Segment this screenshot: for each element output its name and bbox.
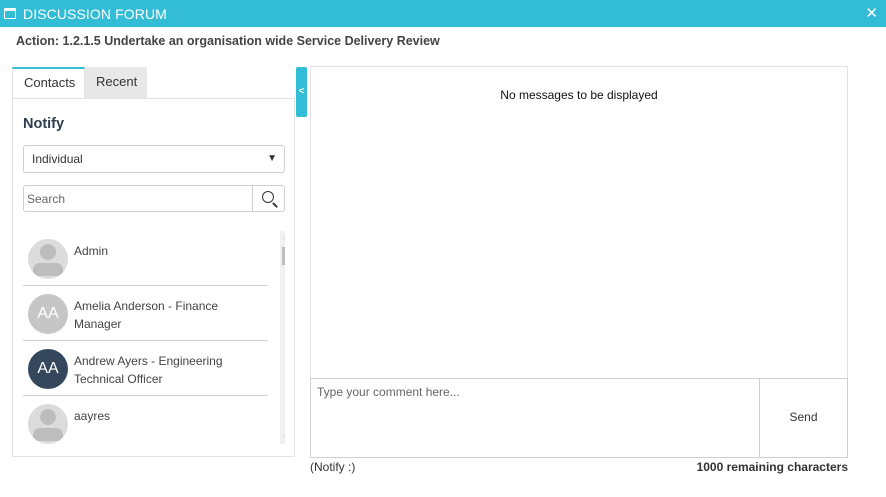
search-button[interactable] [252, 186, 284, 211]
search-icon [262, 191, 274, 203]
contact-name: aayres [74, 409, 111, 423]
notify-heading: Notify [23, 116, 65, 132]
avatar-placeholder-icon [28, 239, 68, 279]
send-button[interactable]: Send [759, 379, 847, 457]
contact-item[interactable]: AA Andrew Ayers - Engineering Technical … [23, 341, 268, 396]
title-bar: DISCUSSION FORUM ✕ [0, 0, 886, 27]
avatar: AA [28, 294, 68, 334]
message-area: No messages to be displayed [310, 66, 848, 379]
search-icon-handle [272, 202, 278, 208]
contact-item[interactable]: aayres [23, 396, 268, 444]
action-title: Action: 1.2.1.5 Undertake an organisatio… [16, 34, 440, 48]
comment-input[interactable] [311, 379, 759, 457]
contact-name: Admin [74, 244, 109, 258]
tab-contacts[interactable]: Contacts [12, 67, 85, 98]
empty-messages-text: No messages to be displayed [500, 88, 658, 102]
contact-role: Technical Officer [74, 372, 163, 386]
contact-name: Amelia Anderson - Finance [74, 299, 219, 313]
contact-search [23, 185, 285, 212]
contact-role: Manager [74, 317, 122, 331]
window-icon [4, 8, 16, 19]
notify-mode-select[interactable]: Individual ▼ [23, 145, 285, 173]
contact-list-scrollbar[interactable]: ▲ ▼ [280, 231, 285, 444]
contact-item[interactable]: AA Amelia Anderson - Finance Manager [23, 286, 268, 341]
chevron-left-icon: < [298, 86, 305, 97]
contact-list: Admin AA Amelia Anderson - Finance Manag… [23, 231, 285, 444]
contacts-panel: Contacts Recent Notify Individual ▼ Admi… [12, 67, 295, 457]
window-title: DISCUSSION FORUM [23, 5, 167, 22]
tab-recent[interactable]: Recent [85, 67, 147, 98]
contacts-panel-body: Notify Individual ▼ Admin AA Amelia Ande… [12, 98, 295, 457]
notify-mode-value: Individual [32, 152, 83, 166]
notify-status: (Notify :) [310, 460, 356, 474]
scroll-down-arrow-icon[interactable]: ▼ [280, 431, 285, 444]
search-input[interactable] [24, 186, 252, 211]
tab-bar: Contacts Recent [12, 67, 147, 98]
scroll-thumb[interactable] [282, 247, 285, 265]
avatar: AA [28, 349, 68, 389]
avatar-placeholder-icon [28, 404, 68, 444]
contact-name: Andrew Ayers - Engineering [74, 354, 223, 368]
scroll-up-arrow-icon[interactable]: ▲ [280, 231, 285, 244]
dropdown-caret-icon: ▼ [267, 153, 277, 164]
comment-composer: Send [310, 378, 848, 458]
contact-item[interactable]: Admin [23, 231, 268, 286]
collapse-panel-button[interactable]: < [296, 67, 307, 117]
remaining-characters: 1000 remaining characters [696, 460, 848, 474]
close-icon[interactable]: ✕ [865, 4, 878, 22]
